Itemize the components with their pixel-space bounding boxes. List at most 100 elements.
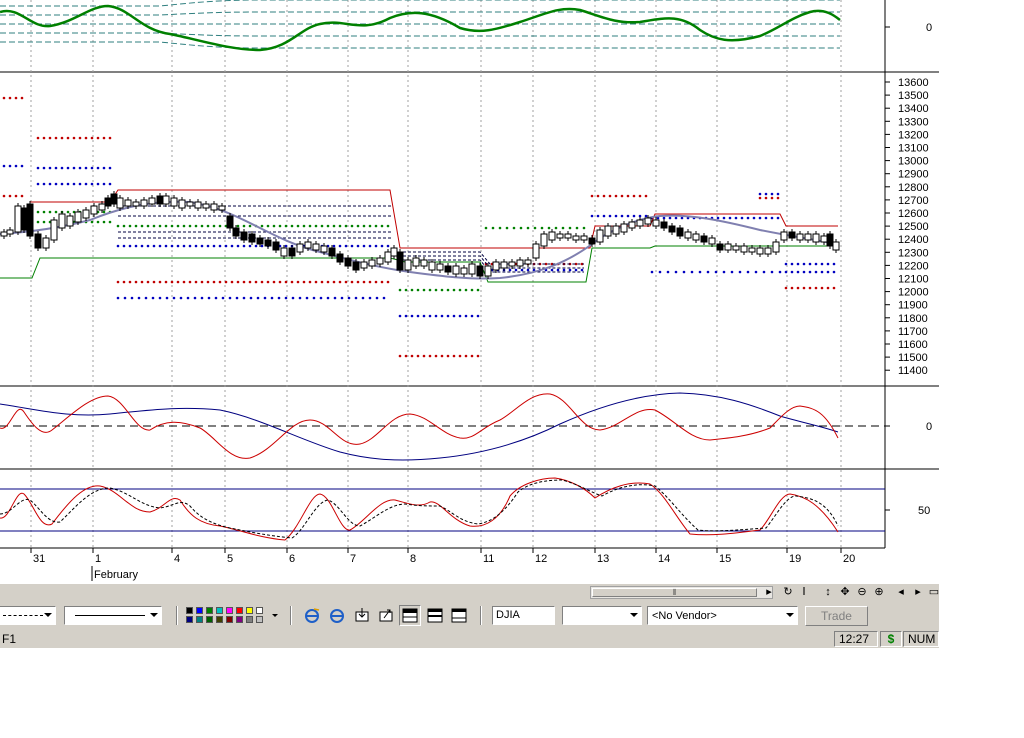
candle-body[interactable] (186, 201, 194, 207)
candle-body[interactable] (312, 243, 320, 251)
candle-body[interactable] (368, 259, 376, 267)
candle-body[interactable] (90, 205, 98, 215)
candle-body[interactable] (826, 233, 834, 247)
color-swatch[interactable] (216, 607, 223, 614)
candle-body[interactable] (832, 241, 840, 251)
candle-body[interactable] (604, 225, 612, 237)
candle-body[interactable] (140, 199, 148, 207)
candle-body[interactable] (476, 265, 484, 277)
candle-body[interactable] (26, 203, 34, 237)
candle-body[interactable] (676, 227, 684, 237)
color-swatch[interactable] (216, 616, 223, 623)
candle-body[interactable] (336, 253, 344, 263)
candle-body[interactable] (548, 231, 556, 241)
candle-body[interactable] (492, 261, 500, 271)
refresh-icon[interactable]: ↻ (781, 585, 795, 599)
candle-body[interactable] (226, 215, 234, 229)
color-swatch[interactable] (196, 607, 203, 614)
browser-icon[interactable] (301, 605, 323, 626)
candle-body[interactable] (170, 197, 178, 207)
candle-body[interactable] (34, 233, 42, 249)
symbol-input[interactable]: DJIA (492, 606, 555, 625)
candle-body[interactable] (288, 247, 296, 257)
cursor-icon[interactable]: Ⅰ (797, 585, 811, 599)
candle-body[interactable] (612, 225, 620, 235)
candle-body[interactable] (660, 221, 668, 229)
candle-body[interactable] (162, 195, 170, 205)
candle-body[interactable] (740, 245, 748, 253)
candle-body[interactable] (320, 245, 328, 253)
candle-body[interactable] (692, 233, 700, 241)
candle-body[interactable] (296, 243, 304, 253)
chart-svg[interactable]: 31 1 4 5 6 7 8 11 12 13 14 15 19 20February0136001350… (0, 0, 939, 584)
scroll-right-icon[interactable]: ▸ (911, 585, 925, 599)
candle-body[interactable] (788, 231, 796, 239)
candle-body[interactable] (376, 257, 384, 265)
candle-body[interactable] (588, 237, 596, 245)
candle-body[interactable] (384, 251, 392, 263)
candle-body[interactable] (796, 233, 804, 241)
candle-body[interactable] (390, 247, 398, 257)
candle-body[interactable] (516, 259, 524, 267)
zoom-in-icon[interactable]: ⊕ (872, 585, 886, 599)
candle-body[interactable] (564, 233, 572, 239)
vendor-dropdown[interactable]: <No Vendor> (647, 606, 798, 625)
layout-bottom-pane-icon[interactable] (448, 605, 470, 626)
candle-body[interactable] (412, 257, 420, 267)
candle-body[interactable] (556, 233, 564, 239)
candle-body[interactable] (344, 257, 352, 267)
horizontal-scrollbar[interactable]: ⦀ (590, 586, 773, 599)
candle-body[interactable] (148, 197, 156, 205)
candle-body[interactable] (540, 233, 548, 247)
palette-chevron-icon[interactable] (272, 614, 278, 617)
candle-body[interactable] (772, 241, 780, 253)
window-icon[interactable]: ▭ (927, 585, 939, 599)
line-style-dropdown[interactable] (0, 606, 56, 625)
chart-area[interactable]: 31 1 4 5 6 7 8 11 12 13 14 15 19 20 February 0 13600 1350… (0, 0, 939, 584)
candle-body[interactable] (104, 197, 112, 207)
candle-body[interactable] (724, 243, 732, 251)
candle-body[interactable] (580, 235, 588, 241)
candle-body[interactable] (524, 259, 532, 265)
candle-body[interactable] (360, 261, 368, 269)
candle-body[interactable] (468, 263, 476, 275)
color-swatch[interactable] (246, 607, 253, 614)
candle-body[interactable] (156, 195, 164, 205)
browser-link-icon[interactable] (326, 605, 348, 626)
candle-body[interactable] (404, 259, 412, 271)
color-swatch[interactable] (246, 616, 253, 623)
candle-body[interactable] (280, 247, 288, 257)
candle-body[interactable] (6, 229, 14, 235)
color-swatch[interactable] (186, 607, 193, 614)
candle-body[interactable] (644, 217, 652, 225)
candle-body[interactable] (636, 219, 644, 227)
candle-body[interactable] (396, 251, 404, 271)
color-swatch[interactable] (236, 607, 243, 614)
candle-body[interactable] (532, 243, 540, 259)
import-icon[interactable] (351, 605, 373, 626)
candle-body[interactable] (596, 229, 604, 243)
scroll-left-icon[interactable]: ◂ (894, 585, 908, 599)
candle-body[interactable] (82, 209, 90, 219)
candle-body[interactable] (194, 201, 202, 209)
color-swatch[interactable] (256, 607, 263, 614)
candle-body[interactable] (620, 223, 628, 233)
trade-button[interactable]: Trade (805, 606, 868, 626)
candle-body[interactable] (812, 233, 820, 243)
candle-body[interactable] (748, 247, 756, 253)
candle-body[interactable] (436, 263, 444, 271)
candle-body[interactable] (764, 247, 772, 255)
candle-body[interactable] (420, 259, 428, 267)
candle-body[interactable] (484, 265, 492, 277)
candle-body[interactable] (20, 207, 28, 231)
candle-body[interactable] (328, 247, 336, 257)
candle-body[interactable] (178, 199, 186, 209)
color-palette[interactable] (186, 607, 274, 625)
candle-body[interactable] (668, 225, 676, 233)
line-width-dropdown[interactable] (64, 606, 162, 625)
export-icon[interactable] (375, 605, 397, 626)
candle-body[interactable] (50, 219, 58, 241)
candle-body[interactable] (66, 215, 74, 227)
color-swatch[interactable] (206, 616, 213, 623)
candle-body[interactable] (116, 197, 124, 209)
